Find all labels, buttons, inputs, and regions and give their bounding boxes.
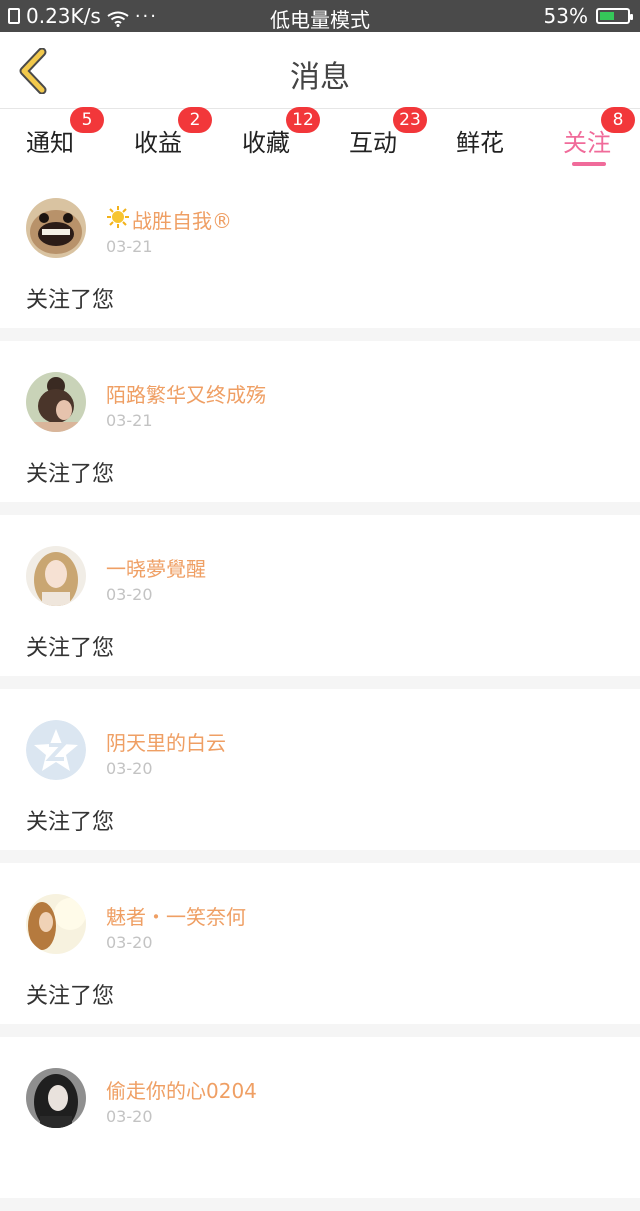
avatar[interactable] [26, 1068, 86, 1128]
list-item[interactable]: 战胜自我® 03-21 关注了您 [0, 167, 640, 328]
username-link[interactable]: 战胜自我® [106, 205, 232, 234]
follow-date: 03-20 [106, 585, 153, 604]
follow-date: 03-20 [106, 933, 153, 952]
status-left: 0.23K/s ··· [8, 4, 158, 28]
tab-interactions[interactable]: 互动 23 [349, 107, 427, 158]
follow-message: 关注了您 [26, 636, 115, 661]
active-tab-indicator [572, 162, 606, 166]
tab-following[interactable]: 关注 8 [563, 107, 635, 158]
avatar[interactable] [26, 894, 86, 954]
username-text: 战胜自我® [132, 209, 232, 233]
follow-message: 关注了您 [26, 288, 115, 313]
unread-badge: 23 [393, 107, 427, 133]
tab-bar: 通知 5 收益 2 收藏 12 互动 23 鲜花 关注 8 [0, 107, 640, 167]
battery-percent: 53% [543, 4, 588, 28]
avatar[interactable] [26, 372, 86, 432]
unread-badge: 12 [286, 107, 320, 133]
page-title: 消息 [290, 60, 350, 95]
username-link[interactable]: 魅者・一笑奈何 [106, 901, 246, 930]
list-item[interactable]: 阴天里的白云 03-20 关注了您 [0, 689, 640, 850]
phone-icon [8, 8, 20, 24]
tab-label: 通知 [26, 129, 74, 157]
tab-earnings[interactable]: 收益 2 [134, 107, 212, 158]
avatar[interactable] [26, 546, 86, 606]
follow-date: 03-21 [106, 411, 153, 430]
unread-badge: 8 [601, 107, 635, 133]
username-link[interactable]: 阴天里的白云 [106, 727, 226, 756]
avatar[interactable] [26, 198, 86, 258]
follow-list: 战胜自我® 03-21 关注了您 陌路繁华又终成殇 03-21 关注了您 一晓夢… [0, 167, 640, 1211]
follow-date: 03-21 [106, 237, 153, 256]
username-link[interactable]: 一晓夢覺醒 [106, 553, 206, 582]
nav-bar: 消息 [0, 32, 640, 109]
status-bar: 0.23K/s ··· 低电量模式 53% [0, 0, 640, 32]
list-item[interactable]: 一晓夢覺醒 03-20 关注了您 [0, 515, 640, 676]
list-item[interactable]: 偷走你的心0204 03-20 [0, 1037, 640, 1198]
list-item[interactable]: 魅者・一笑奈何 03-20 关注了您 [0, 863, 640, 1024]
default-qzone-avatar-icon [26, 720, 86, 780]
list-item[interactable]: 陌路繁华又终成殇 03-21 关注了您 [0, 341, 640, 502]
sun-icon [106, 206, 130, 233]
more-dots-icon: ··· [134, 5, 158, 27]
follow-date: 03-20 [106, 759, 153, 778]
username-link[interactable]: 偷走你的心0204 [106, 1075, 257, 1104]
tab-label: 互动 [349, 129, 397, 157]
unread-badge: 2 [178, 107, 212, 133]
network-speed: 0.23K/s [26, 4, 101, 28]
battery-fill [600, 12, 614, 20]
tab-flowers[interactable]: 鲜花 [456, 123, 504, 158]
tab-label: 收藏 [242, 129, 290, 157]
username-link[interactable]: 陌路繁华又终成殇 [106, 379, 266, 408]
tab-notifications[interactable]: 通知 5 [26, 107, 104, 158]
battery-icon [596, 8, 633, 24]
follow-message: 关注了您 [26, 462, 115, 487]
tab-label: 收益 [134, 129, 182, 157]
follow-message: 关注了您 [26, 810, 115, 835]
unread-badge: 5 [70, 107, 104, 133]
follow-date: 03-20 [106, 1107, 153, 1126]
status-right: 53% [543, 4, 633, 28]
tab-label: 关注 [563, 129, 611, 157]
follow-message: 关注了您 [26, 984, 115, 1009]
avatar[interactable] [26, 720, 86, 780]
wifi-icon [107, 8, 129, 27]
tab-favorites[interactable]: 收藏 12 [242, 107, 320, 158]
tab-label: 鲜花 [456, 129, 504, 157]
